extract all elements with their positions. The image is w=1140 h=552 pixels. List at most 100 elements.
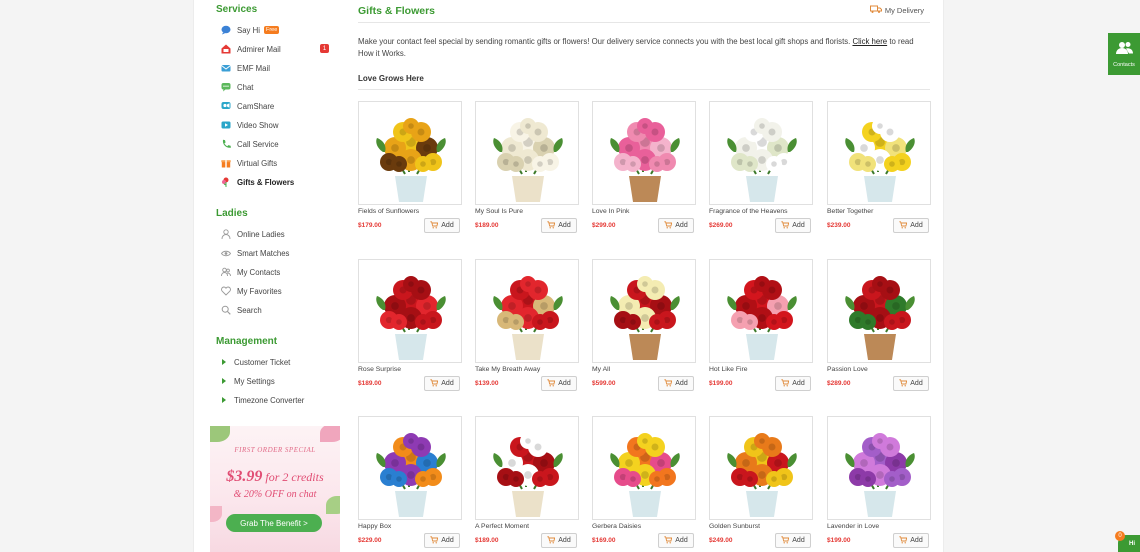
sidebar-item-video-show[interactable]: Video Show bbox=[220, 118, 278, 132]
section-subtitle: Love Grows Here bbox=[358, 74, 424, 83]
sidebar-item-label: My Favorites bbox=[237, 286, 282, 296]
product-thumbnail[interactable] bbox=[592, 259, 696, 363]
management-title: Management bbox=[216, 336, 278, 347]
product-name[interactable]: Golden Sunburst bbox=[709, 523, 760, 530]
sidebar-item-smart-matches[interactable]: Smart Matches bbox=[220, 246, 289, 260]
sidebar-item-virtual-gifts[interactable]: Virtual Gifts bbox=[220, 156, 277, 170]
sidebar-item-say-hi[interactable]: Say Hi Free bbox=[220, 23, 280, 37]
free-badge: Free bbox=[263, 26, 280, 34]
product-price: $169.00 bbox=[592, 537, 616, 544]
product-name[interactable]: Hot Like Fire bbox=[709, 366, 748, 373]
product-card: Hot Like Fire $199.00 Add bbox=[709, 259, 813, 391]
product-name[interactable]: A Perfect Moment bbox=[475, 523, 529, 530]
add-to-cart-button[interactable]: Add bbox=[541, 533, 577, 548]
sidebar-item-call-service[interactable]: Call Service bbox=[220, 137, 279, 151]
product-thumbnail[interactable] bbox=[475, 416, 579, 520]
sidebar-item-emf-mail[interactable]: EMF Mail bbox=[220, 61, 270, 75]
cart-icon bbox=[781, 378, 790, 386]
cart-icon bbox=[781, 220, 790, 228]
add-to-cart-button[interactable]: Add bbox=[424, 376, 460, 391]
product-thumbnail[interactable] bbox=[358, 416, 462, 520]
product-name[interactable]: Gerbera Daisies bbox=[592, 523, 641, 530]
product-thumbnail[interactable] bbox=[475, 101, 579, 205]
sidebar-item-chat[interactable]: Chat bbox=[220, 80, 253, 94]
product-name[interactable]: My Soul Is Pure bbox=[475, 208, 523, 215]
my-delivery-link[interactable]: My Delivery bbox=[869, 5, 924, 15]
flower-bouquet-image bbox=[376, 118, 446, 202]
product-thumbnail[interactable] bbox=[827, 259, 931, 363]
promo-banner[interactable]: FIRST ORDER SPECIAL $3.99 for 2 credits … bbox=[210, 426, 340, 552]
chat-bubble-icon bbox=[220, 25, 231, 36]
contacts-button[interactable]: Contacts bbox=[1108, 33, 1140, 75]
sidebar-item-timezone-converter[interactable]: Timezone Converter bbox=[220, 393, 304, 407]
sidebar-item-label: Admirer Mail bbox=[237, 44, 281, 54]
click-here-link[interactable]: Click here bbox=[852, 37, 887, 46]
product-thumbnail[interactable] bbox=[709, 259, 813, 363]
product-thumbnail[interactable] bbox=[592, 416, 696, 520]
product-thumbnail[interactable] bbox=[827, 101, 931, 205]
product-name[interactable]: Passion Love bbox=[827, 366, 868, 373]
product-card: Golden Sunburst $249.00 Add bbox=[709, 416, 813, 548]
sidebar-item-camshare[interactable]: CamShare bbox=[220, 99, 274, 113]
product-name[interactable]: Happy Box bbox=[358, 523, 391, 530]
add-to-cart-button[interactable]: Add bbox=[893, 533, 929, 548]
flower-bouquet-image bbox=[376, 433, 446, 517]
flower-bouquet-image bbox=[376, 276, 446, 360]
product-name[interactable]: Lavender in Love bbox=[827, 523, 879, 530]
sidebar-item-label: Gifts & Flowers bbox=[237, 177, 295, 187]
product-thumbnail[interactable] bbox=[709, 101, 813, 205]
sidebar-item-gifts-flowers[interactable]: Gifts & Flowers bbox=[220, 175, 294, 189]
add-label: Add bbox=[558, 380, 571, 387]
product-price: $239.00 bbox=[827, 222, 851, 229]
product-name[interactable]: Take My Breath Away bbox=[475, 366, 540, 373]
add-label: Add bbox=[441, 222, 454, 229]
cart-icon bbox=[664, 535, 673, 543]
grab-benefit-button[interactable]: Grab The Benefit > bbox=[226, 514, 322, 532]
cart-icon bbox=[899, 378, 908, 386]
promo-price-value: $3.99 bbox=[226, 468, 263, 485]
petal-decoration bbox=[320, 426, 340, 442]
page-title: Gifts & Flowers bbox=[358, 5, 436, 17]
add-to-cart-button[interactable]: Add bbox=[775, 376, 811, 391]
add-to-cart-button[interactable]: Add bbox=[658, 218, 694, 233]
product-price: $229.00 bbox=[358, 537, 382, 544]
add-to-cart-button[interactable]: Add bbox=[893, 376, 929, 391]
flower-bouquet-image bbox=[727, 118, 797, 202]
add-to-cart-button[interactable]: Add bbox=[424, 218, 460, 233]
product-name[interactable]: Rose Surprise bbox=[358, 366, 401, 373]
product-thumbnail[interactable] bbox=[827, 416, 931, 520]
product-name[interactable]: Fields of Sunflowers bbox=[358, 208, 419, 215]
sidebar-item-customer-ticket[interactable]: Customer Ticket bbox=[220, 355, 290, 369]
sidebar-item-admirer-mail[interactable]: Admirer Mail bbox=[220, 42, 281, 56]
product-price: $139.00 bbox=[475, 380, 499, 387]
product-name[interactable]: Better Together bbox=[827, 208, 873, 215]
product-thumbnail[interactable] bbox=[592, 101, 696, 205]
sidebar-item-my-favorites[interactable]: My Favorites bbox=[220, 284, 282, 298]
sidebar-item-search[interactable]: Search bbox=[220, 303, 262, 317]
add-to-cart-button[interactable]: Add bbox=[658, 376, 694, 391]
page-container: Services Say Hi Free Admirer Mail 1 EMF Mail… bbox=[193, 0, 944, 552]
product-name[interactable]: My All bbox=[592, 366, 610, 373]
add-to-cart-button[interactable]: Add bbox=[775, 533, 811, 548]
product-thumbnail[interactable] bbox=[358, 101, 462, 205]
sidebar-item-label: CamShare bbox=[237, 101, 275, 111]
product-thumbnail[interactable] bbox=[709, 416, 813, 520]
add-to-cart-button[interactable]: Add bbox=[541, 376, 577, 391]
sidebar-item-online-ladies[interactable]: Online Ladies bbox=[220, 227, 285, 241]
add-label: Add bbox=[792, 222, 805, 229]
product-name[interactable]: Fragrance of the Heavens bbox=[709, 208, 788, 215]
product-name[interactable]: Love In Pink bbox=[592, 208, 629, 215]
add-label: Add bbox=[441, 537, 454, 544]
sidebar-item-label: Smart Matches bbox=[237, 248, 290, 258]
contacts-label: Contacts bbox=[1113, 62, 1135, 68]
sidebar-item-my-settings[interactable]: My Settings bbox=[220, 374, 275, 388]
add-to-cart-button[interactable]: Add bbox=[541, 218, 577, 233]
add-to-cart-button[interactable]: Add bbox=[658, 533, 694, 548]
sidebar-item-label: Call Service bbox=[237, 139, 279, 149]
product-thumbnail[interactable] bbox=[475, 259, 579, 363]
add-to-cart-button[interactable]: Add bbox=[424, 533, 460, 548]
product-thumbnail[interactable] bbox=[358, 259, 462, 363]
add-to-cart-button[interactable]: Add bbox=[893, 218, 929, 233]
sidebar-item-my-contacts[interactable]: My Contacts bbox=[220, 265, 280, 279]
add-to-cart-button[interactable]: Add bbox=[775, 218, 811, 233]
